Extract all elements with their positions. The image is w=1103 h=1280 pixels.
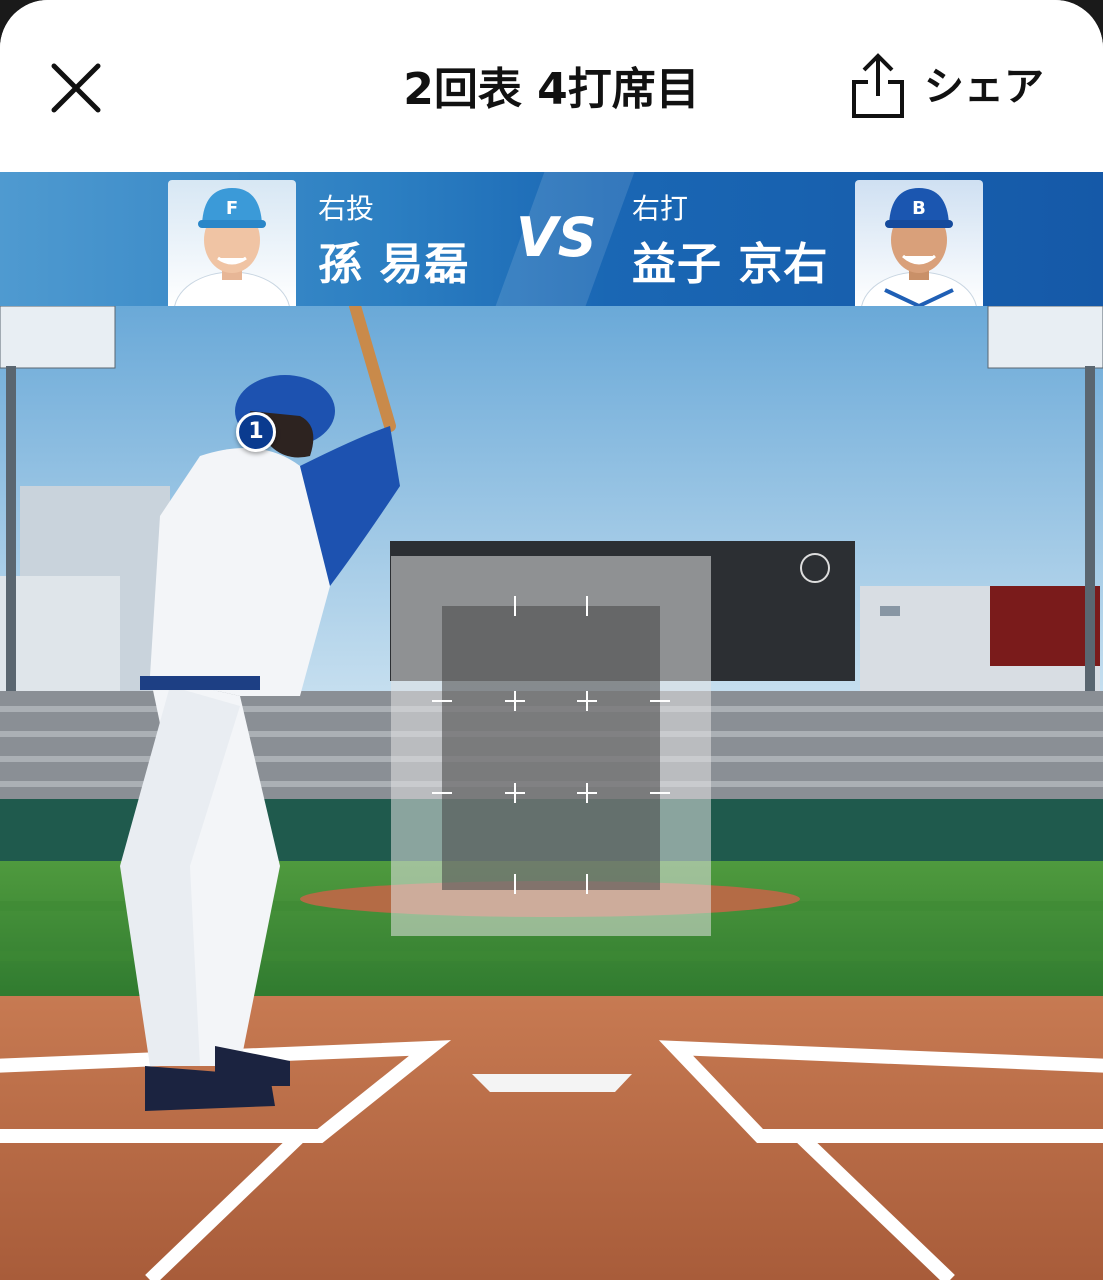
batter-avatar: B bbox=[855, 180, 983, 306]
page-title: 2回表 4打席目 bbox=[403, 64, 700, 115]
pitcher-name: 孫 易磊 bbox=[318, 239, 470, 290]
modal-sheet: 2回表 4打席目 シェア F 右投 孫 易磊 VS 右打 益子 京右 B 1 bbox=[0, 0, 1103, 1280]
vs-label: VS bbox=[516, 206, 597, 269]
pitch-marker[interactable]: 1 bbox=[236, 412, 276, 452]
share-button[interactable]: シェア bbox=[846, 52, 1066, 124]
share-label: シェア bbox=[924, 64, 1044, 110]
pitcher-cap-logo: F bbox=[226, 198, 238, 219]
stadium-view: 1 bbox=[0, 306, 1103, 1280]
pitcher-hand: 右投 bbox=[318, 192, 375, 225]
batter-hand: 右打 bbox=[632, 192, 689, 225]
close-button[interactable] bbox=[44, 56, 108, 120]
batter-name: 益子 京右 bbox=[632, 239, 829, 290]
strike-zone-grid bbox=[432, 596, 670, 894]
header-bar: 2回表 4打席目 シェア bbox=[0, 0, 1103, 172]
share-icon bbox=[852, 53, 904, 118]
batter-cap-logo: B bbox=[912, 198, 926, 219]
close-icon bbox=[51, 63, 101, 113]
pitcher-avatar: F bbox=[168, 180, 296, 306]
matchup-banner: F 右投 孫 易磊 VS 右打 益子 京右 B bbox=[0, 172, 1103, 306]
